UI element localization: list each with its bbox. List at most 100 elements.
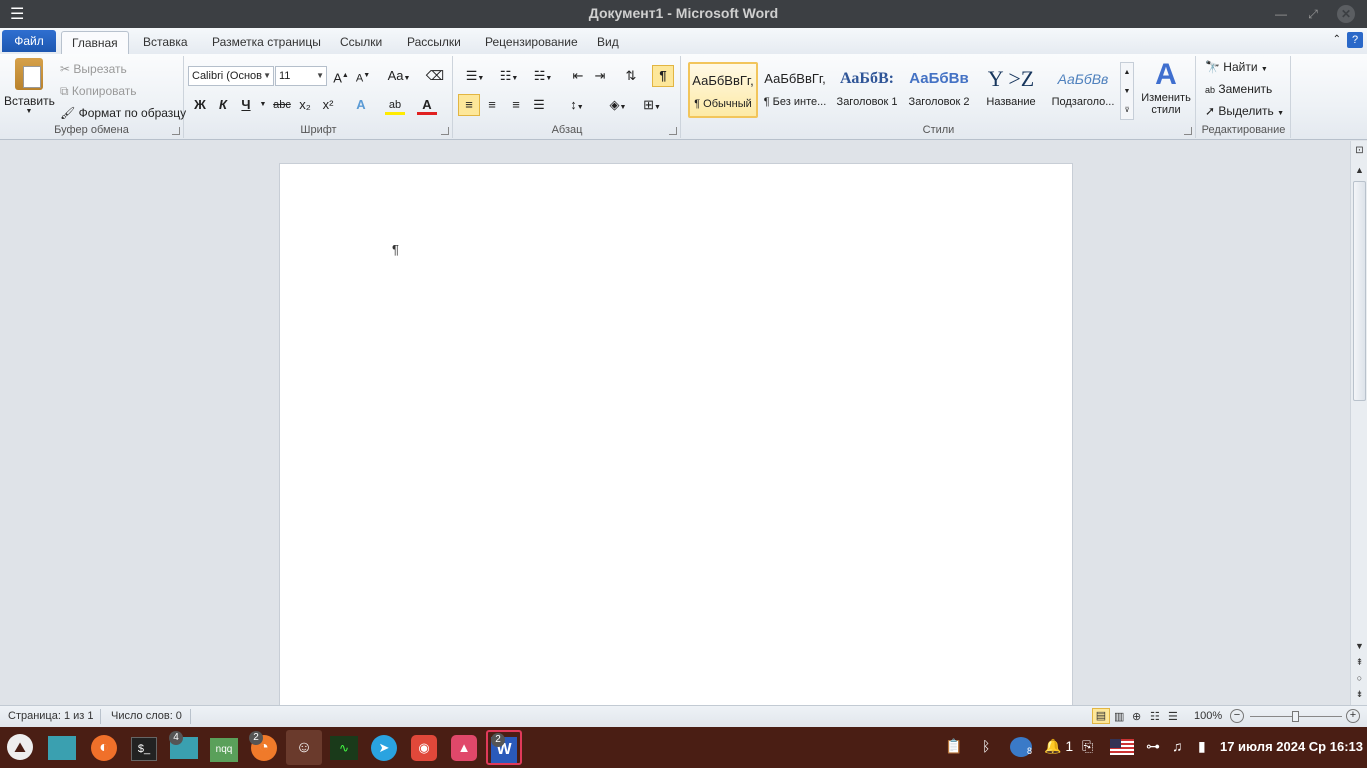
web-layout-icon[interactable]: ⊕ bbox=[1132, 710, 1141, 723]
bullets-icon[interactable]: ☰▼ bbox=[460, 66, 490, 86]
superscript-button[interactable]: x² bbox=[318, 95, 338, 115]
show-marks-button[interactable]: ¶ bbox=[652, 65, 674, 87]
increase-indent-icon[interactable]: ⇥ bbox=[590, 66, 610, 86]
style-title[interactable]: Y >Z Название bbox=[976, 62, 1046, 118]
change-case-button[interactable]: Aa▼ bbox=[385, 66, 413, 86]
style-no-spacing[interactable]: АаБбВвГг, ¶ Без инте... bbox=[760, 62, 830, 118]
maximize-icon[interactable]: ⤢ bbox=[1303, 4, 1323, 24]
font-color-icon[interactable]: A bbox=[417, 95, 437, 115]
subscript-button[interactable]: x₂ bbox=[295, 95, 315, 115]
style-heading-1[interactable]: АаБбВ: Заголовок 1 bbox=[832, 62, 902, 118]
style-subtitle[interactable]: АаБбВв Подзаголо... bbox=[1048, 62, 1118, 118]
terminal-icon[interactable]: $_ bbox=[126, 730, 162, 765]
scrollbar-thumb[interactable] bbox=[1353, 181, 1366, 401]
close-icon[interactable]: ✕ bbox=[1337, 5, 1355, 23]
tab-mailings[interactable]: Рассылки bbox=[397, 31, 471, 54]
firefox-icon[interactable]: ◐ bbox=[86, 730, 122, 765]
word-icon[interactable]: W2 bbox=[486, 730, 522, 765]
align-center-icon[interactable]: ≡ bbox=[482, 95, 502, 115]
decrease-indent-icon[interactable]: ⇤ bbox=[568, 66, 588, 86]
image-viewer-icon[interactable]: ▲ bbox=[446, 730, 482, 765]
emoji-icon[interactable]: ☺ bbox=[286, 730, 322, 765]
start-menu-icon[interactable]: ⛰ bbox=[2, 730, 38, 765]
bluetooth-icon[interactable]: ᛒ bbox=[982, 738, 990, 754]
select-button[interactable]: ➚ Выделить ▼ bbox=[1205, 104, 1284, 118]
tab-review[interactable]: Рецензирование bbox=[475, 31, 588, 54]
format-painter-button[interactable]: 🖌 Формат по образцу bbox=[60, 106, 186, 120]
network-icon[interactable]: ⊶ bbox=[1146, 738, 1160, 755]
minimize-icon[interactable]: — bbox=[1271, 4, 1291, 24]
scroll-down-icon[interactable]: ▼ bbox=[1351, 641, 1367, 651]
shrink-font-button[interactable]: A▼ bbox=[353, 66, 373, 86]
telegram-icon[interactable]: ➤ bbox=[366, 730, 402, 765]
shading-icon[interactable]: ◈▼ bbox=[604, 95, 632, 115]
outline-icon[interactable]: ☷ bbox=[1150, 710, 1160, 723]
tab-insert[interactable]: Вставка bbox=[133, 31, 198, 54]
sort-icon[interactable]: ⇅ bbox=[621, 66, 641, 86]
document-page[interactable]: ¶ bbox=[279, 163, 1073, 705]
keyboard-layout-icon[interactable]: ⎘ bbox=[1082, 738, 1093, 755]
strikethrough-button[interactable]: abc bbox=[272, 95, 292, 115]
cut-button[interactable]: ✂ Вырезать bbox=[60, 62, 127, 76]
copy-button[interactable]: ⧉ Копировать bbox=[60, 84, 137, 99]
app-icon[interactable]: ◔ 2 bbox=[246, 730, 282, 765]
tab-view[interactable]: Вид bbox=[587, 31, 629, 54]
scroll-up-icon[interactable]: ▲ bbox=[1351, 165, 1367, 175]
tab-references[interactable]: Ссылки bbox=[330, 31, 392, 54]
zoom-level[interactable]: 100% bbox=[1194, 710, 1222, 722]
desktop-icon[interactable] bbox=[44, 730, 80, 765]
highlight-icon[interactable]: ab bbox=[385, 95, 405, 115]
zoom-slider-thumb[interactable] bbox=[1292, 711, 1299, 722]
collapse-ribbon-icon[interactable]: ⌃ bbox=[1333, 34, 1341, 45]
numbering-icon[interactable]: ☷▼ bbox=[494, 66, 524, 86]
font-size-combo[interactable]: 11 ▼ bbox=[275, 66, 327, 86]
style-normal[interactable]: АаБбВвГг, ¶ Обычный bbox=[688, 62, 758, 118]
game-icon[interactable]: ◉ bbox=[406, 730, 442, 765]
vertical-scrollbar[interactable]: ⊡ ▲ ▼ ⇞ ○ ⇟ bbox=[1350, 141, 1367, 705]
text-effects-icon[interactable]: A bbox=[351, 95, 371, 115]
help-icon[interactable]: ? bbox=[1347, 32, 1363, 48]
system-monitor-icon[interactable]: ∿ bbox=[326, 730, 362, 765]
justify-icon[interactable]: ☰ bbox=[529, 95, 549, 115]
tab-home[interactable]: Главная bbox=[61, 31, 129, 54]
page-count[interactable]: Страница: 1 из 1 bbox=[8, 710, 94, 722]
dialog-launcher-icon[interactable] bbox=[441, 127, 449, 135]
change-styles-button[interactable]: A Изменить стили bbox=[1138, 58, 1194, 116]
zoom-out-icon[interactable]: − bbox=[1230, 709, 1244, 723]
multilevel-list-icon[interactable]: ☵▼ bbox=[528, 66, 558, 86]
paste-button[interactable]: Вставить ▼ bbox=[4, 58, 55, 120]
battery-icon[interactable]: ▮ bbox=[1198, 738, 1206, 755]
borders-icon[interactable]: ⊞▼ bbox=[638, 95, 666, 115]
styles-scroll[interactable]: ▲ ▼ ⊽ bbox=[1120, 62, 1134, 120]
nqq-icon[interactable]: nqq bbox=[206, 730, 242, 765]
updates-icon[interactable]: 8 bbox=[1010, 737, 1032, 757]
line-spacing-icon[interactable]: ↕▼ bbox=[563, 95, 591, 115]
print-layout-icon[interactable]: ▤ bbox=[1092, 708, 1110, 724]
clock[interactable]: 17 июля 2024 Ср 16:13 bbox=[1220, 739, 1363, 754]
find-button[interactable]: 🔭 Найти ▼ bbox=[1205, 60, 1268, 74]
dialog-launcher-icon[interactable] bbox=[172, 127, 180, 135]
tab-page-layout[interactable]: Разметка страницы bbox=[202, 31, 331, 54]
clear-format-icon[interactable]: ⌫ bbox=[425, 66, 445, 86]
replace-button[interactable]: ab Заменить bbox=[1205, 82, 1272, 96]
dialog-launcher-icon[interactable] bbox=[669, 127, 677, 135]
browse-object-icon[interactable]: ○ bbox=[1351, 673, 1367, 683]
file-manager-icon[interactable]: 4 bbox=[166, 730, 202, 765]
italic-button[interactable]: К bbox=[213, 95, 233, 115]
draft-icon[interactable]: ☰ bbox=[1168, 710, 1178, 723]
word-count[interactable]: Число слов: 0 bbox=[111, 710, 182, 722]
volume-icon[interactable]: ♫ bbox=[1172, 738, 1183, 754]
next-page-icon[interactable]: ⇟ bbox=[1351, 689, 1367, 700]
ruler-toggle-icon[interactable]: ⊡ bbox=[1351, 145, 1367, 156]
chevron-down-icon[interactable]: ▼ bbox=[253, 95, 273, 115]
zoom-in-icon[interactable]: + bbox=[1346, 709, 1360, 723]
dialog-launcher-icon[interactable] bbox=[1184, 127, 1192, 135]
document-area[interactable]: ¶ bbox=[0, 141, 1350, 705]
bold-button[interactable]: Ж bbox=[190, 95, 210, 115]
clipboard-tray-icon[interactable]: 📋 bbox=[945, 738, 962, 755]
notifications-icon[interactable]: 🔔 1 bbox=[1044, 738, 1073, 755]
tab-file[interactable]: Файл bbox=[2, 30, 56, 52]
grow-font-button[interactable]: A▲ bbox=[331, 66, 351, 86]
us-flag-icon[interactable] bbox=[1110, 739, 1134, 755]
style-heading-2[interactable]: АаБбВв Заголовок 2 bbox=[904, 62, 974, 118]
